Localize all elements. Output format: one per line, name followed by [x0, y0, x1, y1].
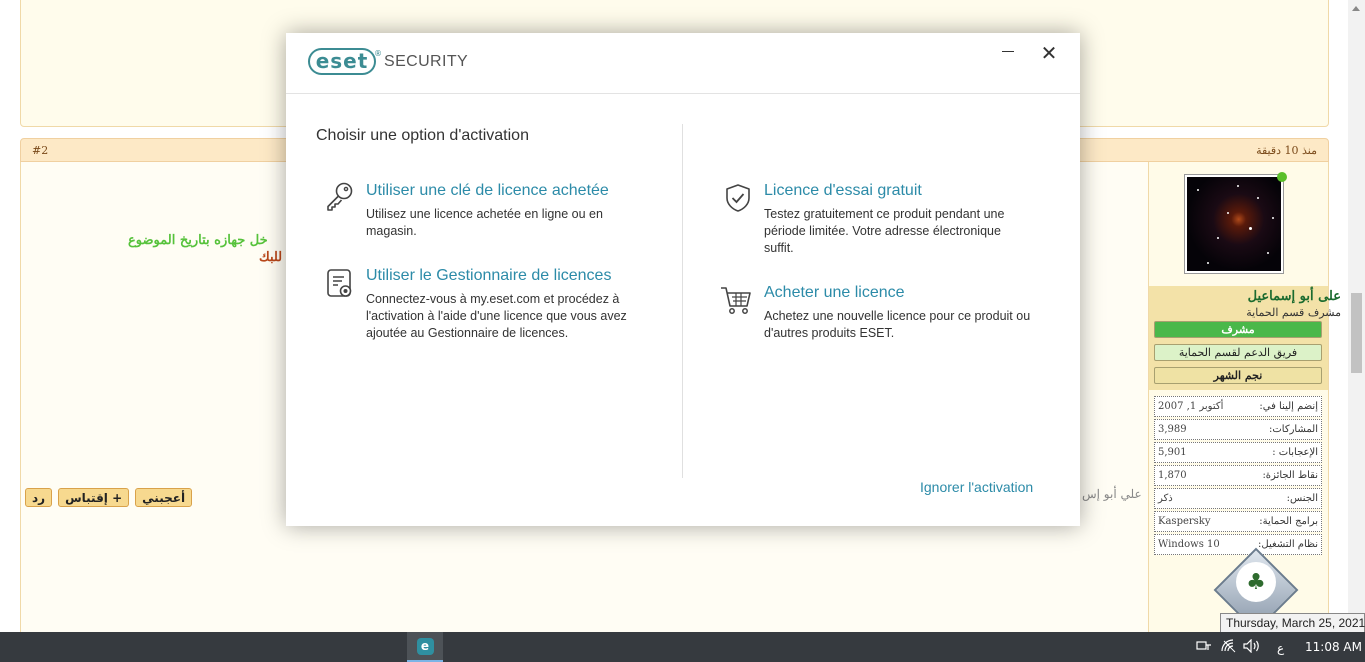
- option-buy-license-title[interactable]: Acheter une licence: [764, 284, 905, 302]
- page-scrollbar[interactable]: [1348, 0, 1365, 632]
- option-free-trial-description: Testez gratuitement ce produit pendant u…: [764, 207, 1005, 255]
- eset-activation-dialog: eset ® SECURITY ✕ Choisir une option d'a…: [286, 33, 1080, 526]
- minimize-icon: [1002, 50, 1014, 52]
- stat-row: 3,989 المشاركات:: [1154, 419, 1322, 440]
- rank-badge-star: نجم الشهر: [1154, 367, 1322, 384]
- language-indicator[interactable]: ع: [1277, 641, 1284, 655]
- online-status-icon: [1277, 172, 1287, 182]
- dialog-header: eset ® SECURITY ✕: [286, 33, 1080, 94]
- wifi-icon[interactable]: [1221, 639, 1237, 653]
- key-icon: [327, 182, 353, 211]
- post-signature: علي أبو إس: [1082, 487, 1142, 501]
- eset-app-icon: e: [416, 637, 434, 655]
- post-time: منذ 10 دقيقة: [1256, 144, 1317, 157]
- post-actions: رد + إقتباس أعجبني: [25, 488, 193, 507]
- quote-button[interactable]: + إقتباس: [58, 488, 130, 507]
- reply-button[interactable]: رد: [25, 488, 53, 507]
- avatar[interactable]: [1184, 174, 1284, 274]
- rank-badge-moderator: مشرف: [1154, 321, 1322, 338]
- eset-logo: eset ® SECURITY: [308, 48, 468, 75]
- tree-icon: ♣: [1236, 562, 1276, 602]
- option-license-manager-title[interactable]: Utiliser le Gestionnaire de licences: [366, 267, 611, 285]
- option-free-trial-title[interactable]: Licence d'essai gratuit: [764, 182, 922, 200]
- like-button[interactable]: أعجبني: [135, 488, 193, 507]
- ignore-activation-link[interactable]: Ignorer l'activation: [920, 479, 1033, 495]
- rank-badge-support: فريق الدعم لقسم الحماية: [1154, 344, 1322, 361]
- minimize-button[interactable]: [997, 43, 1019, 65]
- stat-row: Windows 10 نظام التشغيل:: [1154, 534, 1322, 555]
- license-manager-icon: [327, 269, 352, 297]
- option-buy-license-description: Achetez une nouvelle licence pour ce pro…: [764, 309, 1031, 340]
- eset-logo-mark: eset ®: [308, 48, 382, 75]
- avatar-image: [1187, 177, 1281, 271]
- taskbar-clock[interactable]: 11:08 AM: [1305, 640, 1362, 654]
- scroll-up-icon[interactable]: [1352, 6, 1360, 11]
- stat-row: أكتوبر 1, 2007 إنضم إلينا في:: [1154, 396, 1322, 417]
- post-text-line-2: للبك: [259, 250, 283, 265]
- post-number[interactable]: #2: [32, 144, 48, 157]
- volume-icon[interactable]: [1243, 639, 1261, 653]
- network-icon[interactable]: [1196, 639, 1212, 653]
- taskbar: e ع 11:08 AM: [0, 632, 1365, 662]
- stat-row: Kaspersky برامج الحماية:: [1154, 511, 1322, 532]
- user-role: مشرف قسم الحماية: [1246, 306, 1341, 319]
- dialog-title: Choisir une option d'activation: [316, 127, 529, 144]
- stat-row: ذكر الجنس:: [1154, 488, 1322, 509]
- date-tooltip: Thursday, March 25, 2021: [1220, 613, 1365, 633]
- option-license-manager-description: Connectez-vous à my.eset.com et procédez…: [366, 292, 627, 340]
- stat-row: 1,870 نقاط الجائزة:: [1154, 465, 1322, 486]
- post-text-line-1: خل جهازه بتاريخ الموضوع: [128, 233, 268, 248]
- taskbar-eset-app[interactable]: e: [407, 632, 443, 662]
- close-icon: ✕: [1040, 43, 1058, 65]
- option-license-key-description: Utilisez une licence achetée en ligne ou…: [366, 207, 603, 238]
- user-stats: أكتوبر 1, 2007 إنضم إلينا في: 3,989 المشار…: [1154, 396, 1322, 557]
- eset-product-name: SECURITY: [384, 52, 469, 70]
- option-license-key-title[interactable]: Utiliser une clé de licence achetée: [366, 182, 609, 200]
- scrollbar-thumb[interactable]: [1351, 293, 1362, 373]
- close-button[interactable]: ✕: [1038, 43, 1060, 65]
- column-divider: [682, 124, 683, 478]
- shield-check-icon: [726, 184, 750, 212]
- stat-row: 5,901 الإعجابات :: [1154, 442, 1322, 463]
- user-name[interactable]: على أبو إسماعيل: [1248, 289, 1341, 304]
- shopping-cart-icon: [721, 287, 751, 314]
